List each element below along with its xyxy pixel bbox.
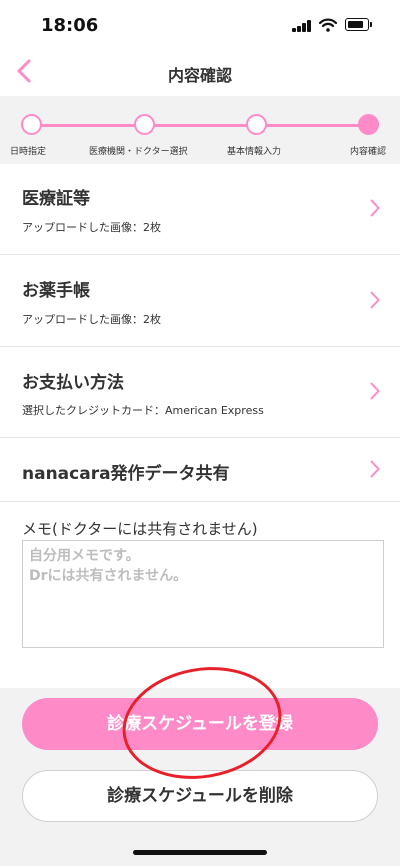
step-label-4: 内容確認	[350, 147, 387, 157]
step-dot-1	[21, 114, 42, 135]
wifi-icon	[319, 18, 337, 32]
row-title: 医療証等	[22, 189, 90, 209]
chevron-right-icon	[370, 291, 380, 309]
chevron-right-icon	[370, 382, 380, 400]
footer-actions: 診療スケジュールを登録 診療スケジュールを削除	[0, 688, 400, 866]
step-label-2: 医療機関・ドクター選択	[89, 147, 188, 157]
page-title: 内容確認	[167, 66, 232, 85]
memo-label: メモ(ドクターには共有されません)	[22, 520, 258, 538]
step-dot-4	[358, 114, 379, 135]
status-bar: 18:06	[0, 0, 400, 50]
step-label-1: 日時指定	[10, 147, 47, 157]
row-title: nanacara発作データ共有	[22, 464, 230, 484]
delete-schedule-button[interactable]: 診療スケジュールを削除	[22, 770, 378, 822]
register-schedule-button[interactable]: 診療スケジュールを登録	[22, 698, 378, 750]
nav-bar: 内容確認	[0, 50, 400, 94]
memo-textarea[interactable]	[22, 540, 384, 648]
chevron-right-icon	[370, 199, 380, 217]
row-seizure-data-sharing[interactable]: nanacara発作データ共有	[0, 438, 400, 502]
step-dot-3	[246, 114, 267, 135]
chevron-right-icon	[370, 460, 380, 478]
battery-icon	[345, 18, 372, 31]
step-connector-line	[30, 124, 368, 127]
step-dot-2	[134, 114, 155, 135]
home-indicator	[133, 850, 267, 855]
row-subtitle: アップロードした画像：2枚	[22, 221, 161, 234]
row-subtitle: アップロードした画像：2枚	[22, 313, 161, 326]
row-subtitle: 選択したクレジットカード：American Express	[22, 404, 264, 417]
progress-stepper: 日時指定 医療機関・ドクター選択 基本情報入力 内容確認	[0, 96, 400, 164]
step-label-3: 基本情報入力	[227, 147, 282, 157]
row-medical-certificate[interactable]: 医療証等 アップロードした画像：2枚	[0, 164, 400, 255]
row-medication-notebook[interactable]: お薬手帳 アップロードした画像：2枚	[0, 255, 400, 347]
row-title: お支払い方法	[22, 373, 124, 393]
row-title: お薬手帳	[22, 281, 90, 301]
status-time: 18:06	[41, 15, 99, 36]
cellular-signal-icon	[292, 20, 312, 32]
row-payment-method[interactable]: お支払い方法 選択したクレジットカード：American Express	[0, 347, 400, 438]
